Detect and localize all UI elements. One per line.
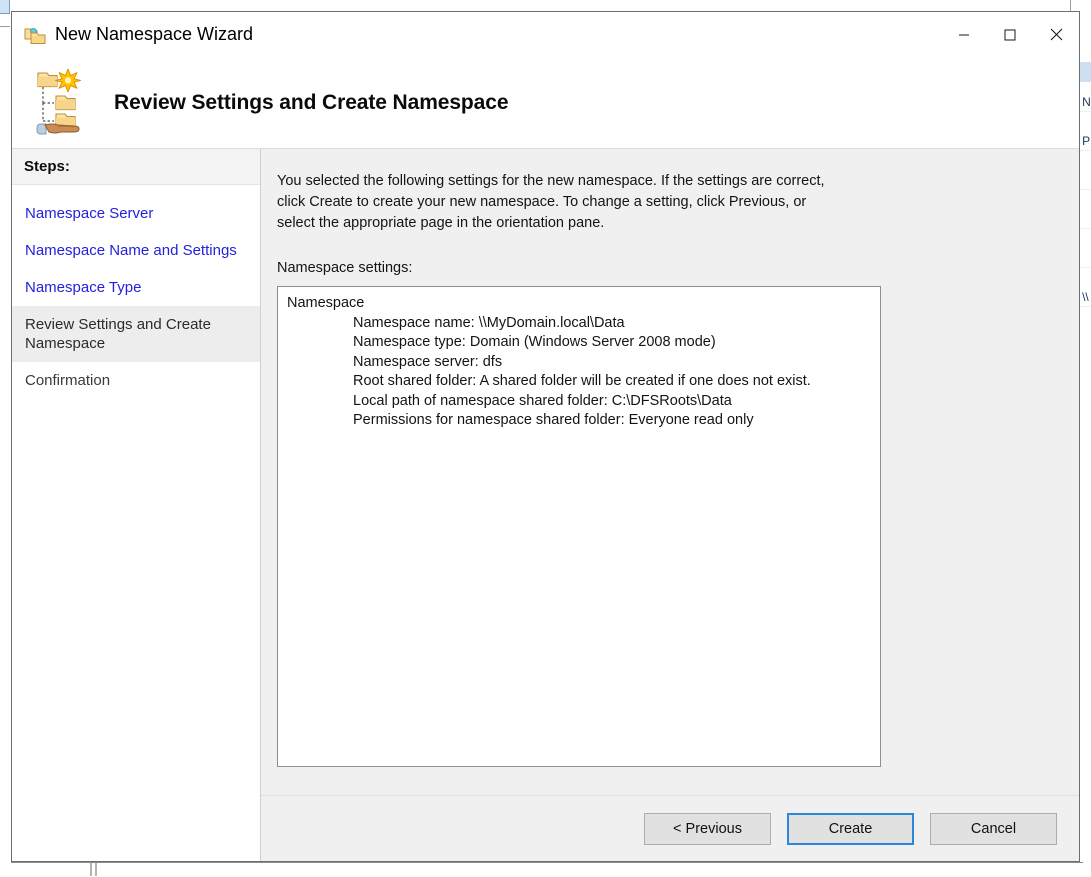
content-inner: You selected the following settings for …	[261, 149, 1079, 795]
settings-summary-box[interactable]: Namespace Namespace name: \\MyDomain.loc…	[277, 286, 881, 767]
namespace-folders-icon	[24, 25, 46, 45]
splitter-grip[interactable]	[88, 863, 108, 877]
title-bar[interactable]: New Namespace Wizard	[12, 12, 1079, 57]
intro-text: You selected the following settings for …	[277, 173, 825, 231]
settings-line-local-path: Local path of namespace shared folder: C…	[353, 392, 732, 409]
previous-button[interactable]: < Previous	[644, 812, 771, 845]
background-tab-fragment[interactable]	[0, 0, 10, 14]
wizard-body: Steps: Namespace Server Namespace Name a…	[12, 149, 1079, 861]
settings-line-namespace-name: Namespace name: \\MyDomain.local\Data	[353, 314, 625, 331]
sidebar-item-namespace-type[interactable]: Namespace Type	[12, 269, 260, 306]
window-title: New Namespace Wizard	[55, 24, 254, 44]
settings-root-label: Namespace	[287, 295, 365, 311]
page-title: Review Settings and Create Namespace	[114, 90, 509, 114]
wizard-header: Review Settings and Create Namespace	[12, 57, 1079, 149]
steps-list: Namespace Server Namespace Name and Sett…	[12, 185, 260, 399]
settings-line-namespace-type: Namespace type: Domain (Windows Server 2…	[353, 334, 716, 350]
cancel-button[interactable]: Cancel	[930, 812, 1057, 845]
content-pane: You selected the following settings for …	[261, 149, 1079, 861]
settings-line-root-shared-folder: Root shared folder: A shared folder will…	[353, 373, 811, 389]
background-bottom-border	[11, 862, 1083, 863]
screen: a ✓N ✓P N R ✓ ✓\\ o	[0, 0, 1091, 877]
sidebar-item-namespace-name-and-settings[interactable]: Namespace Name and Settings	[12, 232, 260, 269]
background-divider-line	[0, 26, 10, 27]
steps-heading: Steps:	[12, 149, 260, 185]
dialog-footer: < Previous Create Cancel	[261, 795, 1079, 861]
maximize-icon	[1004, 29, 1016, 40]
background-left-strip	[0, 0, 11, 877]
close-icon	[1050, 28, 1062, 41]
new-namespace-wizard-dialog: New Namespace Wizard Review Settings and…	[11, 11, 1080, 862]
create-button[interactable]: Create	[787, 812, 914, 845]
window-controls	[941, 12, 1079, 57]
settings-label: Namespace settings:	[277, 260, 413, 276]
close-button[interactable]	[1033, 12, 1079, 57]
namespace-tree-hand-icon	[34, 67, 96, 139]
sidebar-item-namespace-server[interactable]: Namespace Server	[12, 195, 260, 232]
maximize-button[interactable]	[987, 12, 1033, 57]
sidebar-item-confirmation: Confirmation	[25, 372, 111, 389]
sidebar-item-review-settings-and-create-namespace: Review Settings and Create Namespace	[12, 306, 260, 362]
minimize-button[interactable]	[941, 12, 987, 57]
minimize-icon	[959, 34, 969, 35]
steps-sidebar: Steps: Namespace Server Namespace Name a…	[12, 149, 261, 861]
settings-line-namespace-server: Namespace server: dfs	[353, 353, 503, 370]
settings-line-permissions: Permissions for namespace shared folder:…	[353, 412, 754, 428]
